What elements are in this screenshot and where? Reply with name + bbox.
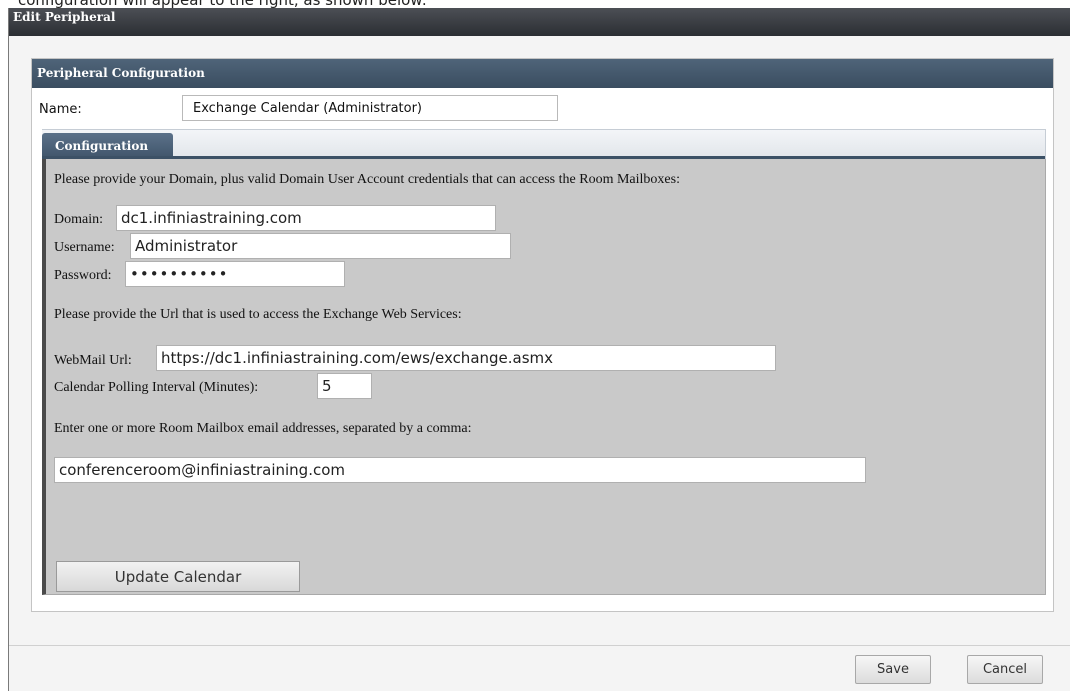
room-mailbox-field[interactable] bbox=[54, 457, 866, 483]
cancel-button[interactable]: Cancel bbox=[967, 655, 1043, 684]
name-label: Name: bbox=[39, 102, 82, 117]
dialog-title: Edit Peripheral bbox=[13, 10, 116, 24]
webmail-url-field[interactable] bbox=[156, 345, 776, 371]
password-label: Password: bbox=[54, 268, 112, 283]
tab-configuration-label: Configuration bbox=[55, 139, 149, 153]
update-calendar-button[interactable]: Update Calendar bbox=[56, 561, 300, 592]
domain-field[interactable] bbox=[116, 205, 496, 231]
name-input[interactable] bbox=[182, 95, 558, 121]
configuration-tab-content: Please provide your Domain, plus valid D… bbox=[42, 159, 1046, 595]
tab-strip: Configuration bbox=[42, 129, 1046, 160]
polling-interval-field[interactable] bbox=[317, 373, 372, 399]
edit-peripheral-dialog: Edit Peripheral Peripheral Configuration… bbox=[8, 8, 1070, 691]
username-label: Username: bbox=[54, 240, 115, 255]
password-field[interactable] bbox=[125, 261, 345, 287]
webmail-url-label: WebMail Url: bbox=[54, 353, 132, 368]
mailbox-instructions: Enter one or more Room Mailbox email add… bbox=[54, 421, 472, 436]
domain-label: Domain: bbox=[54, 212, 103, 227]
panel-title: Peripheral Configuration bbox=[37, 66, 205, 80]
panel-header: Peripheral Configuration bbox=[32, 59, 1053, 88]
username-field[interactable] bbox=[130, 233, 511, 259]
credentials-instructions: Please provide your Domain, plus valid D… bbox=[54, 172, 680, 187]
url-instructions: Please provide the Url that is used to a… bbox=[54, 307, 462, 322]
dialog-titlebar[interactable]: Edit Peripheral bbox=[9, 8, 1070, 36]
save-button[interactable]: Save bbox=[855, 655, 931, 684]
polling-interval-label: Calendar Polling Interval (Minutes): bbox=[54, 380, 259, 395]
footer-divider bbox=[9, 645, 1070, 646]
peripheral-configuration-panel: Peripheral Configuration Name: Configura… bbox=[31, 58, 1054, 612]
